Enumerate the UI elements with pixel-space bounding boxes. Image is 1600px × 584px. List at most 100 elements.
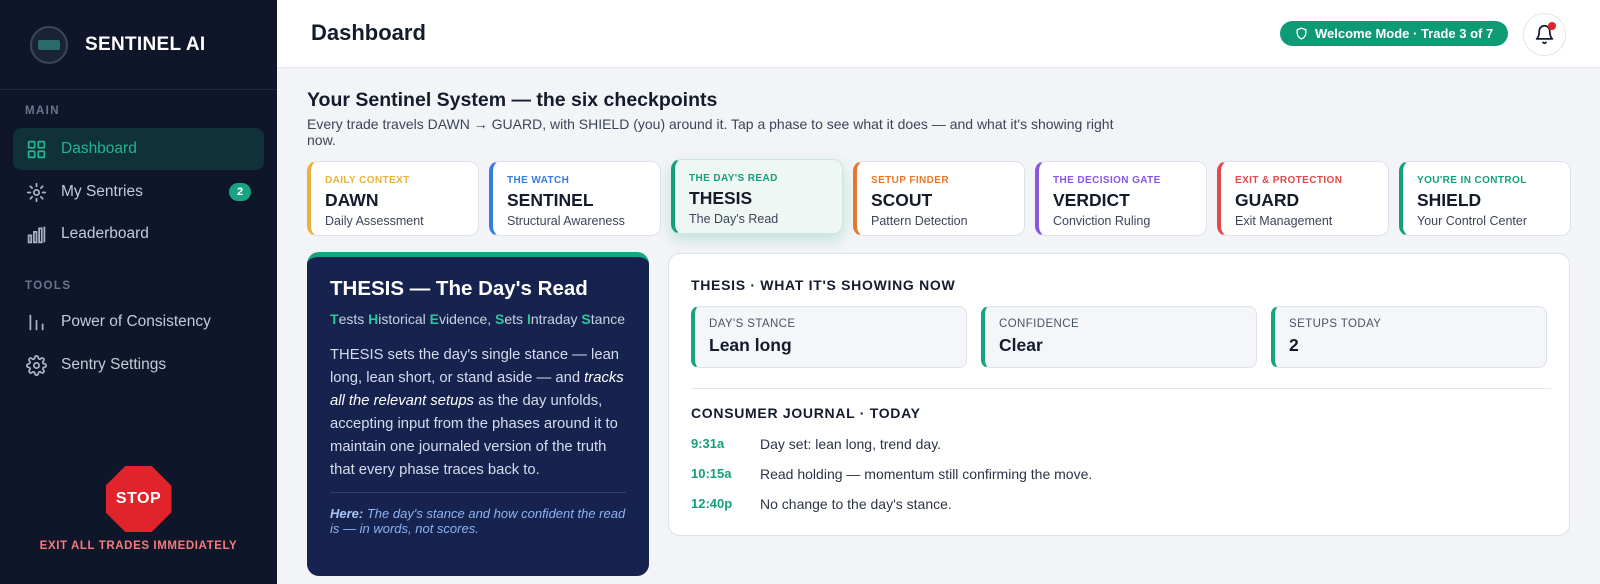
journal-text: Day set: lean long, trend day. <box>760 436 942 452</box>
phase-desc: Structural Awareness <box>507 214 625 228</box>
welcome-mode-badge[interactable]: Welcome Mode · Trade 3 of 7 <box>1280 21 1509 46</box>
section-label-tools: TOOLS <box>25 280 72 292</box>
acronym-rest: tance <box>590 311 626 327</box>
phase-desc: The Day's Read <box>689 212 779 226</box>
brand[interactable]: SENTINEL AI <box>0 0 277 90</box>
thesis-body-part: THESIS sets the day's single stance — le… <box>330 346 620 386</box>
sidebar-item-label: My Sentries <box>61 183 143 200</box>
phase-name: SHIELD <box>1417 190 1482 210</box>
logo <box>30 25 68 64</box>
welcome-mode-label: Welcome Mode · Trade 3 of 7 <box>1315 26 1494 41</box>
journal-title: CONSUMER JOURNAL · TODAY <box>691 405 921 421</box>
phase-desc: Pattern Detection <box>871 214 968 228</box>
sidebar-item-label: Dashboard <box>61 140 137 157</box>
stat-value: Clear <box>999 335 1043 355</box>
phase-name: DAWN <box>325 190 379 210</box>
sidebar-item-leaderboard[interactable]: Leaderboard <box>13 213 264 255</box>
phase-card-guard[interactable]: EXIT & PROTECTION GUARD Exit Management <box>1217 161 1389 236</box>
bar-signal-icon <box>26 224 47 245</box>
sidebar-item-dashboard[interactable]: Dashboard <box>13 128 264 170</box>
bars-icon <box>26 312 47 333</box>
acronym-rest: vidence, <box>438 311 496 327</box>
grid-icon <box>26 139 47 160</box>
sun-gear-icon <box>26 182 47 203</box>
sidebar-item-label: Sentry Settings <box>61 356 167 373</box>
phase-kicker: SETUP FINDER <box>871 175 949 186</box>
phase-card-shield[interactable]: YOU'RE IN CONTROL SHIELD Your Control Ce… <box>1399 161 1571 236</box>
sidebar-item-label: Leaderboard <box>61 225 149 242</box>
sidebar-item-label: Power of Consistency <box>61 313 211 330</box>
thesis-acronym: Tests Historical Evidence, Sets Intraday… <box>330 310 626 330</box>
brand-name: SENTINEL AI <box>85 33 206 55</box>
phase-name: GUARD <box>1235 190 1300 210</box>
acronym-letter: H <box>368 311 379 327</box>
shield-icon <box>1296 27 1307 40</box>
divider <box>691 388 1551 389</box>
notification-dot <box>1548 22 1556 30</box>
stat-setups-today: SETUPS TODAY 2 <box>1271 306 1547 368</box>
phase-desc: Daily Assessment <box>325 214 424 228</box>
acronym-rest: ests <box>338 311 369 327</box>
acronym-letter: S <box>495 311 505 327</box>
sidebar: SENTINEL AI MAIN Dashboard My Sentries 2… <box>0 0 277 584</box>
phase-card-scout[interactable]: SETUP FINDER SCOUT Pattern Detection <box>853 161 1025 236</box>
phase-name: VERDICT <box>1053 190 1130 210</box>
stat-label: CONFIDENCE <box>999 318 1080 330</box>
phase-kicker: THE DAY'S READ <box>689 173 778 184</box>
phase-desc: Conviction Ruling <box>1053 214 1151 228</box>
stat-days-stance: DAY'S STANCE Lean long <box>691 306 967 368</box>
acronym-letter: T <box>330 311 339 327</box>
here-text: The day's stance and how confident the r… <box>330 505 626 536</box>
sidebar-item-power-of-consistency[interactable]: Power of Consistency <box>13 301 264 343</box>
phase-kicker: DAILY CONTEXT <box>325 175 410 186</box>
top-header: Dashboard Welcome Mode · Trade 3 of 7 <box>277 0 1600 68</box>
phase-kicker: YOU'RE IN CONTROL <box>1417 175 1527 186</box>
sidebar-item-my-sentries[interactable]: My Sentries 2 <box>13 171 264 213</box>
phase-desc: Your Control Center <box>1417 214 1528 228</box>
thesis-here-note: Here: The day's stance and how confident… <box>330 506 626 536</box>
page-title: Dashboard <box>311 20 426 45</box>
journal-text: No change to the day's stance. <box>760 496 952 512</box>
journal-text: Read holding — momentum still confirming… <box>760 466 1093 482</box>
stop-button[interactable]: STOP <box>105 466 172 532</box>
thesis-description: THESIS sets the day's single stance — le… <box>330 344 626 482</box>
acronym-rest: istorical <box>378 311 430 327</box>
phase-card-sentinel[interactable]: THE WATCH SENTINEL Structural Awareness <box>489 161 661 236</box>
acronym-rest: ets <box>504 311 527 327</box>
stat-label: SETUPS TODAY <box>1289 318 1382 330</box>
stat-value: Lean long <box>709 335 792 355</box>
gear-icon <box>26 354 47 376</box>
stat-value: 2 <box>1289 335 1299 355</box>
section-label-main: MAIN <box>25 105 60 117</box>
journal-time: 10:15a <box>691 466 732 481</box>
phase-kicker: THE DECISION GATE <box>1053 175 1161 186</box>
here-label: Here: <box>330 505 364 521</box>
phase-card-verdict[interactable]: THE DECISION GATE VERDICT Conviction Rul… <box>1035 161 1207 236</box>
phase-kicker: EXIT & PROTECTION <box>1235 175 1343 186</box>
phase-desc: Exit Management <box>1235 214 1333 228</box>
section-subtitle: Every trade travels DAWN → GUARD, with S… <box>307 116 1114 148</box>
stat-confidence: CONFIDENCE Clear <box>981 306 1257 368</box>
notifications-button[interactable] <box>1523 13 1566 56</box>
count-badge: 2 <box>229 183 251 201</box>
phase-card-dawn[interactable]: DAILY CONTEXT DAWN Daily Assessment <box>307 161 479 236</box>
phase-name: SENTINEL <box>507 190 594 210</box>
stop-caption: EXIT ALL TRADES IMMEDIATELY <box>39 540 238 552</box>
panel-title: THESIS · WHAT IT'S SHOWING NOW <box>691 277 956 293</box>
acronym-letter: S <box>581 311 591 327</box>
phase-kicker: THE WATCH <box>507 175 570 186</box>
divider <box>330 491 626 493</box>
thesis-title: THESIS — The Day's Read <box>330 277 588 300</box>
acronym-rest: ntraday <box>530 311 582 327</box>
phase-name: THESIS <box>689 188 753 208</box>
acronym-letter: E <box>429 311 439 327</box>
stat-label: DAY'S STANCE <box>709 318 796 330</box>
section-title: Your Sentinel System — the six checkpoin… <box>307 89 718 111</box>
stop-area: STOP EXIT ALL TRADES IMMEDIATELY <box>0 466 277 552</box>
thesis-detail-card: THESIS — The Day's Read Tests Historical… <box>307 252 649 576</box>
sidebar-item-sentry-settings[interactable]: Sentry Settings <box>13 344 264 386</box>
journal-time: 9:31a <box>691 436 725 451</box>
phase-card-thesis[interactable]: THE DAY'S READ THESIS The Day's Read <box>671 159 843 234</box>
phase-name: SCOUT <box>871 190 933 210</box>
thesis-status-panel: THESIS · WHAT IT'S SHOWING NOW DAY'S STA… <box>668 253 1570 536</box>
